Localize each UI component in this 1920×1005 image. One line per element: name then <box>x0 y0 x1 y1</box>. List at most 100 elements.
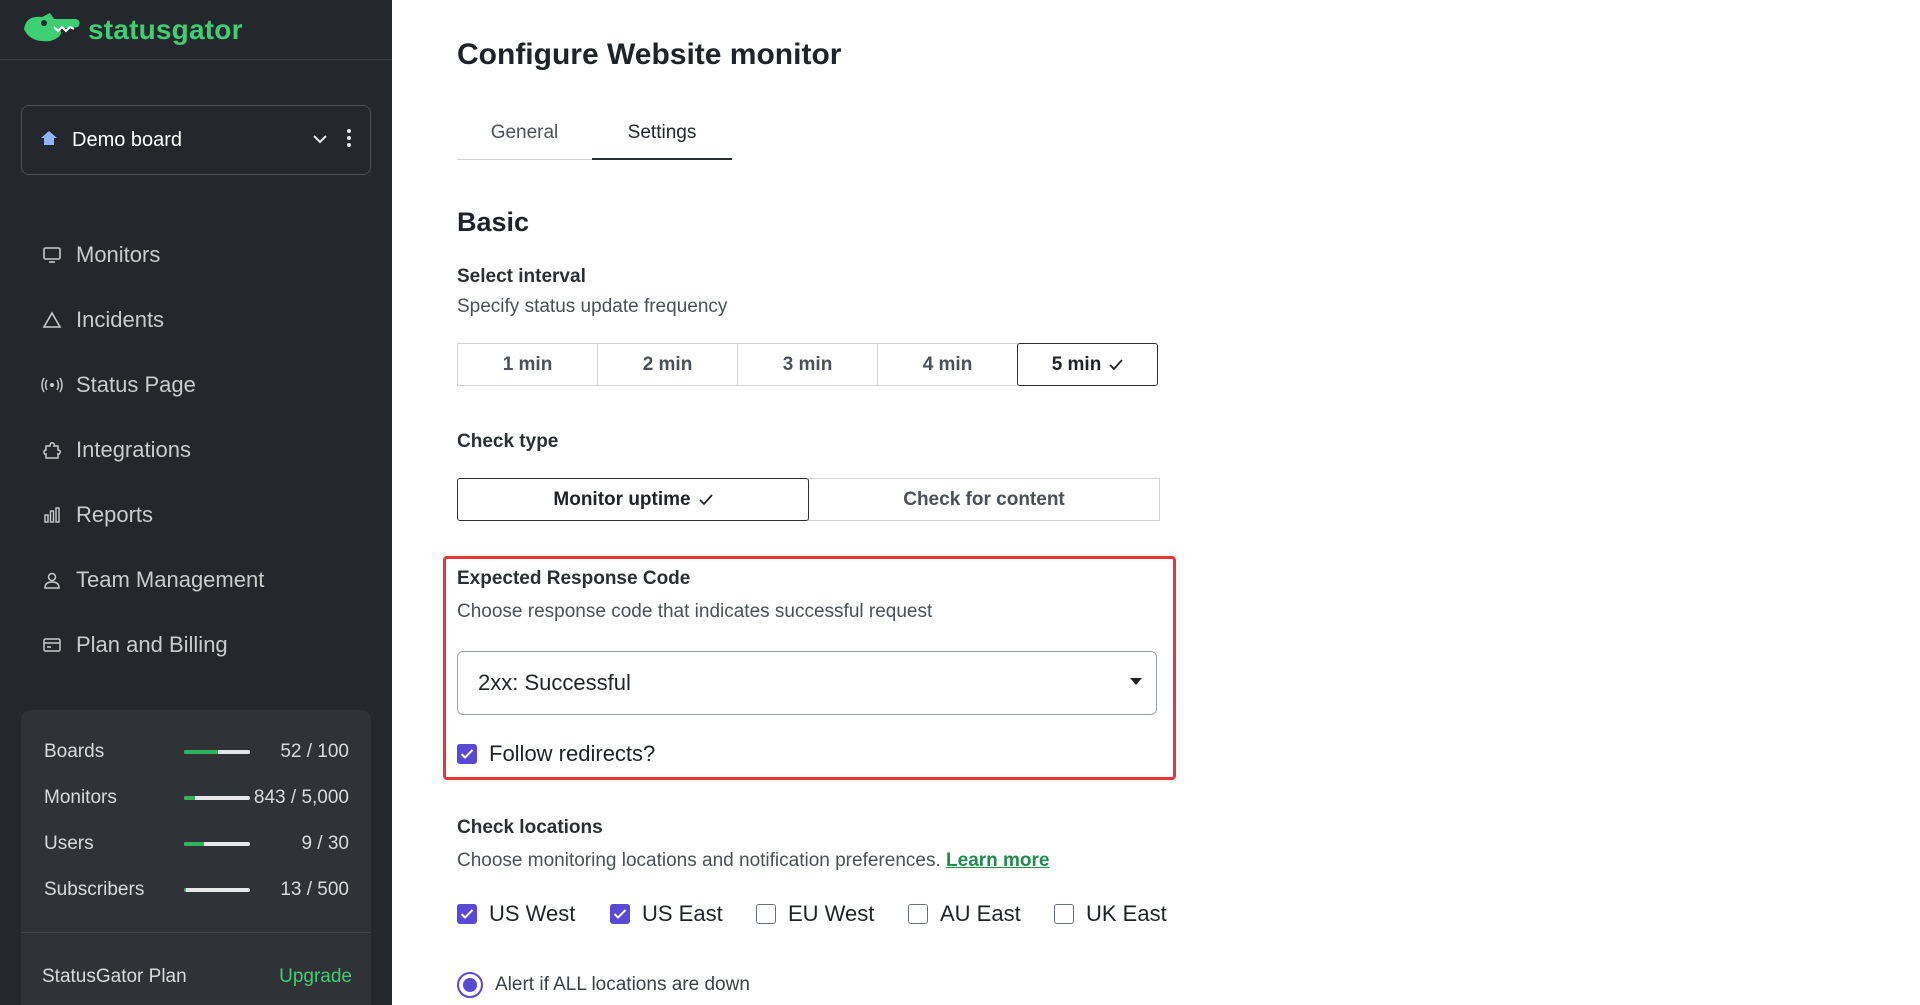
location-label: UK East <box>1086 901 1167 926</box>
sidebar-item-label: Plan and Billing <box>76 631 228 657</box>
sidebar-item-label: Integrations <box>76 436 191 462</box>
usage-label: Subscribers <box>44 879 145 900</box>
broadcast-icon <box>40 373 64 397</box>
sidebar-item-reports[interactable]: Reports <box>40 482 264 547</box>
location-checkbox-eu-west[interactable]: EU West <box>756 901 874 927</box>
follow-redirects-label: Follow redirects? <box>489 741 656 766</box>
check-type-label: Monitor uptime <box>553 488 691 510</box>
home-icon <box>40 129 58 152</box>
usage-bar <box>184 842 250 846</box>
usage-value: 13 / 500 <box>280 879 349 900</box>
usage-label: Monitors <box>44 787 117 808</box>
response-code-label: Expected Response Code <box>457 568 691 589</box>
page-title: Configure Website monitor <box>457 38 842 71</box>
radio-selected-icon <box>457 972 483 998</box>
monitor-icon <box>40 243 64 267</box>
interval-option-2min[interactable]: 2 min <box>597 343 738 386</box>
sidebar-item-plan-and-billing[interactable]: Plan and Billing <box>40 612 264 677</box>
tabs: General Settings <box>457 122 732 160</box>
usage-bar-fill <box>184 796 196 800</box>
checkbox-icon <box>756 904 776 924</box>
usage-value: 843 / 5,000 <box>253 787 349 808</box>
caret-down-icon <box>1130 678 1142 685</box>
check-locations-help-text: Choose monitoring locations and notifica… <box>457 850 941 871</box>
location-label: AU East <box>940 901 1021 926</box>
section-heading: Basic <box>457 207 530 237</box>
interval-option-5min[interactable]: 5 min <box>1017 343 1158 386</box>
plan-label: StatusGator Plan <box>42 966 187 987</box>
usage-bar <box>184 750 250 754</box>
chevron-down-icon[interactable] <box>312 131 328 149</box>
location-label: EU West <box>788 901 875 926</box>
check-locations-help: Choose monitoring locations and notifica… <box>457 850 1050 872</box>
check-icon <box>1109 358 1123 371</box>
sidebar-item-incidents[interactable]: Incidents <box>40 287 264 352</box>
board-selector[interactable]: Demo board <box>21 105 371 175</box>
usage-panel: Boards 52 / 100 Monitors 843 / 5,000 Use… <box>21 710 371 1005</box>
usage-row-subscribers: Subscribers 13 / 500 <box>44 878 349 902</box>
usage-label: Boards <box>44 741 105 762</box>
interval-label: Select interval <box>457 266 586 287</box>
follow-redirects-checkbox[interactable]: Follow redirects? <box>457 741 655 767</box>
usage-label: Users <box>44 833 94 854</box>
usage-bar-fill <box>184 888 186 892</box>
sidebar-item-integrations[interactable]: Integrations <box>40 417 264 482</box>
credit-card-icon <box>40 633 64 657</box>
interval-option-3min[interactable]: 3 min <box>737 343 878 386</box>
checkbox-icon <box>610 904 630 924</box>
more-vertical-icon[interactable] <box>346 128 352 153</box>
usage-value: 52 / 100 <box>280 741 349 762</box>
location-checkbox-au-east[interactable]: AU East <box>908 901 1021 927</box>
usage-value: 9 / 30 <box>301 833 349 854</box>
checkbox-icon <box>457 744 477 764</box>
puzzle-icon <box>40 438 64 462</box>
sidebar: statusgator Demo board Monitors Incident… <box>0 0 392 1005</box>
response-code-select[interactable]: 2xx: Successful <box>457 651 1157 715</box>
response-code-value: 2xx: Successful <box>478 670 631 695</box>
alert-option-label: Alert if ALL locations are down <box>495 974 750 995</box>
learn-more-link[interactable]: Learn more <box>946 850 1049 871</box>
sidebar-item-monitors[interactable]: Monitors <box>40 222 264 287</box>
usage-bar <box>184 796 250 800</box>
checkbox-icon <box>908 904 928 924</box>
response-code-help: Choose response code that indicates succ… <box>457 601 933 622</box>
interval-help: Specify status update frequency <box>457 296 728 317</box>
sidebar-item-status-page[interactable]: Status Page <box>40 352 264 417</box>
divider <box>21 932 371 933</box>
sidebar-item-label: Team Management <box>76 566 265 592</box>
sidebar-item-label: Monitors <box>76 241 161 267</box>
interval-selector: 1 min 2 min 3 min 4 min 5 min <box>457 343 1158 386</box>
sidebar-item-label: Incidents <box>76 306 165 332</box>
location-label: US East <box>642 901 723 926</box>
check-type-selector: Monitor uptime Check for content <box>457 478 1160 521</box>
brand-name: statusgator <box>88 13 243 45</box>
location-checkbox-us-west[interactable]: US West <box>457 901 575 927</box>
sidebar-item-team-management[interactable]: Team Management <box>40 547 264 612</box>
gator-logo-icon <box>20 7 82 52</box>
bar-chart-icon <box>40 503 64 527</box>
logo[interactable]: statusgator <box>0 0 392 60</box>
check-type-check-for-content[interactable]: Check for content <box>808 478 1160 521</box>
warning-triangle-icon <box>40 308 64 332</box>
check-locations-label: Check locations <box>457 817 603 838</box>
usage-row-boards: Boards 52 / 100 <box>44 740 349 764</box>
interval-option-4min[interactable]: 4 min <box>877 343 1018 386</box>
sidebar-nav: Monitors Incidents Status Page Integrati… <box>40 222 264 677</box>
location-checkbox-uk-east[interactable]: UK East <box>1054 901 1167 927</box>
sidebar-item-label: Status Page <box>76 371 196 397</box>
board-name: Demo board <box>72 128 183 151</box>
location-checkbox-us-east[interactable]: US East <box>610 901 723 927</box>
check-type-monitor-uptime[interactable]: Monitor uptime <box>457 478 809 521</box>
checkbox-icon <box>1054 904 1074 924</box>
plan-row: StatusGator Plan Upgrade <box>42 966 352 988</box>
user-icon <box>40 568 64 592</box>
tab-general[interactable]: General <box>457 122 592 160</box>
interval-option-1min[interactable]: 1 min <box>457 343 598 386</box>
alert-all-locations-radio[interactable]: Alert if ALL locations are down <box>457 972 750 998</box>
tab-settings[interactable]: Settings <box>592 122 732 160</box>
location-label: US West <box>489 901 576 926</box>
check-icon <box>698 493 713 506</box>
upgrade-link[interactable]: Upgrade <box>279 966 352 988</box>
usage-row-monitors: Monitors 843 / 5,000 <box>44 786 349 810</box>
sidebar-item-label: Reports <box>76 501 154 527</box>
